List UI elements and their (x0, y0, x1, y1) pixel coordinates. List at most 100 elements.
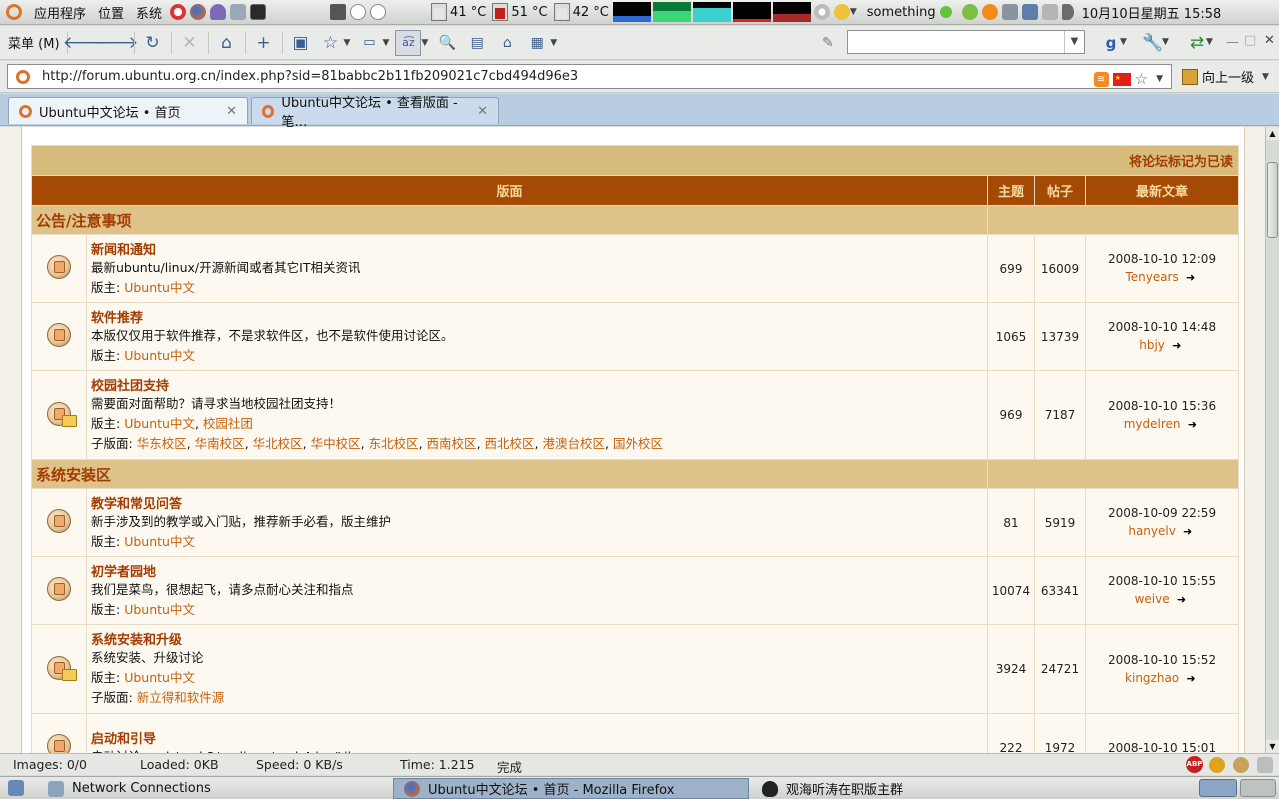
scroll-down-arrow-icon[interactable]: ▼ (1266, 740, 1279, 753)
eraser-icon[interactable]: ✎ (815, 30, 841, 56)
workspace-switcher-1[interactable] (1199, 779, 1237, 797)
subforum-link[interactable]: 国外校区 (613, 436, 663, 451)
moderator-link[interactable]: Ubuntu中文 (124, 534, 195, 549)
translate-icon[interactable]: a͡z (395, 29, 422, 56)
screenshot-page-icon[interactable]: ▦ (524, 30, 550, 56)
last-post-user-link[interactable]: kingzhao (1125, 671, 1179, 685)
mark-forums-read-link[interactable]: 将论坛标记为已读 (1129, 155, 1233, 170)
last-post-user-link[interactable]: mydelren (1124, 417, 1181, 431)
taskbar-item-network[interactable]: Network Connections (38, 778, 388, 799)
chevron-down-icon[interactable]: ▼ (1120, 37, 1127, 47)
subforum-link[interactable]: 西南校区 (427, 436, 477, 451)
printer-icon[interactable] (1041, 4, 1058, 20)
clipboard-icon[interactable] (1001, 4, 1018, 20)
rss-feed-icon[interactable]: ≋ (1093, 71, 1109, 87)
chevron-down-icon[interactable]: ▼ (382, 38, 389, 48)
maximize-icon[interactable]: □ (1244, 33, 1256, 48)
forum-title-link[interactable]: 软件推荐 (91, 310, 983, 327)
clock[interactable]: 10月10日星期五 15:58 (1076, 3, 1228, 22)
up-one-level-button[interactable]: 向上一级 ▼ (1182, 67, 1269, 86)
save-page-icon[interactable]: ▤ (464, 30, 490, 56)
forum-title-link[interactable]: 初学者园地 (91, 564, 983, 581)
chevron-down-icon[interactable]: ▼ (344, 38, 351, 48)
minimize-icon[interactable]: — (1226, 35, 1239, 50)
scroll-up-arrow-icon[interactable]: ▲ (1266, 127, 1279, 140)
sidebar-toggle-icon[interactable]: ▭ (356, 30, 382, 56)
system-menu[interactable]: 系统 (130, 3, 168, 22)
category-title[interactable]: 系统安装区 (31, 459, 988, 489)
display-icon[interactable] (1021, 4, 1038, 20)
forward-button[interactable]: 🡒 (93, 30, 139, 56)
close-window-icon[interactable]: ✕ (1264, 33, 1275, 48)
zoom-icon[interactable]: 🔍 (434, 30, 460, 56)
network-launcher-icon[interactable] (230, 4, 247, 20)
subforum-link[interactable]: 华北校区 (253, 436, 303, 451)
terminal-launcher-icon[interactable] (250, 4, 267, 20)
update-notifier-icon[interactable] (981, 4, 998, 20)
ubuntu-logo-icon[interactable] (0, 4, 28, 20)
taskbar-item-firefox[interactable]: Ubuntu中文论坛 • 首页 - Mozilla Firefox (393, 778, 749, 799)
last-post-user-link[interactable]: hanyelv (1128, 524, 1175, 538)
close-tab-icon[interactable]: ✕ (469, 104, 488, 119)
chevron-down-icon[interactable]: ▼ (1206, 37, 1213, 47)
greasemonkey-icon[interactable] (1233, 756, 1249, 773)
tab-home[interactable]: Ubuntu中文论坛 • 首页 ✕ (8, 97, 248, 124)
firebug-icon[interactable] (1209, 756, 1225, 773)
url-text[interactable]: http://forum.ubuntu.org.cn/index.php?sid… (42, 69, 578, 84)
goto-last-post-icon[interactable]: ➜ (1183, 269, 1199, 287)
goto-last-post-icon[interactable]: ➜ (1180, 523, 1196, 541)
adblock-icon[interactable]: ABP (1186, 756, 1203, 773)
help-lifebuoy-icon[interactable] (170, 4, 187, 20)
new-window-button[interactable]: ▣ (288, 30, 314, 56)
tab-view-forum[interactable]: Ubuntu中文论坛 • 查看版面 - 笔… ✕ (251, 96, 499, 130)
brightness-icon[interactable] (833, 4, 850, 20)
last-post-user-link[interactable]: hbjy (1139, 338, 1165, 352)
weather-sun-icon[interactable] (813, 4, 830, 20)
reload-button[interactable]: ↻ (140, 30, 166, 56)
applications-menu[interactable]: 应用程序 (28, 3, 92, 22)
chevron-down-icon[interactable]: ▼ (1162, 37, 1169, 47)
show-desktop-icon[interactable] (8, 780, 24, 796)
scrollbar-thumb[interactable] (1267, 162, 1278, 238)
moderator-link[interactable]: 校园社团 (203, 416, 253, 431)
subforum-link[interactable]: 东北校区 (369, 436, 419, 451)
goto-last-post-icon[interactable]: ➜ (1173, 591, 1189, 609)
close-tab-icon[interactable]: ✕ (218, 104, 237, 119)
firefox-launcher-icon[interactable] (190, 4, 207, 20)
network-manager-icon[interactable] (961, 4, 978, 20)
bookmark-star-icon[interactable]: ☆ (318, 30, 344, 56)
moderator-link[interactable]: Ubuntu中文 (124, 416, 195, 431)
last-post-user-link[interactable]: weive (1135, 592, 1170, 606)
subforum-link[interactable]: 西北校区 (485, 436, 535, 451)
chevron-down-icon[interactable]: ▼ (1262, 72, 1269, 82)
workspace-switcher-2[interactable] (1240, 779, 1276, 797)
subforum-link[interactable]: 华南校区 (195, 436, 245, 451)
goto-last-post-icon[interactable]: ➜ (1169, 337, 1185, 355)
bookmark-star-icon[interactable]: ☆ (1135, 70, 1148, 88)
library-icon[interactable]: ⌂ (494, 30, 520, 56)
url-history-dropdown-icon[interactable]: ▼ (1156, 74, 1163, 84)
forum-title-link[interactable]: 系统安装和升级 (91, 632, 983, 649)
subforum-link[interactable]: 华东校区 (137, 436, 187, 451)
new-tab-button[interactable]: + (251, 30, 277, 56)
stop-button[interactable]: ✕ (177, 30, 203, 56)
user-switcher[interactable]: something (861, 5, 960, 20)
resize-grip-icon[interactable] (1257, 756, 1273, 773)
china-flag-icon[interactable]: ★ (1112, 72, 1131, 86)
taskbar-item-qq-group[interactable]: 观海听涛在职版主群 (752, 778, 1192, 799)
places-menu[interactable]: 位置 (92, 3, 130, 22)
moderator-link[interactable]: Ubuntu中文 (124, 602, 195, 617)
forum-title-link[interactable]: 校园社团支持 (91, 378, 983, 395)
subforum-link[interactable]: 港澳台校区 (542, 436, 605, 451)
forum-title-link[interactable]: 新闻和通知 (91, 242, 983, 259)
goto-last-post-icon[interactable]: ➜ (1184, 416, 1200, 434)
category-title[interactable]: 公告/注意事项 (31, 205, 988, 235)
moderator-link[interactable]: Ubuntu中文 (124, 348, 195, 363)
menu-button[interactable]: 菜单 (M) (0, 33, 64, 52)
last-post-user-link[interactable]: Tenyears (1125, 270, 1178, 284)
chevron-down-icon[interactable]: ▼ (850, 7, 857, 17)
url-field[interactable]: http://forum.ubuntu.org.cn/index.php?sid… (7, 64, 1172, 89)
vertical-scrollbar[interactable]: ▲ ▼ (1265, 127, 1279, 753)
chevron-down-icon[interactable]: ▼ (421, 38, 428, 48)
volume-icon[interactable] (1061, 4, 1074, 20)
